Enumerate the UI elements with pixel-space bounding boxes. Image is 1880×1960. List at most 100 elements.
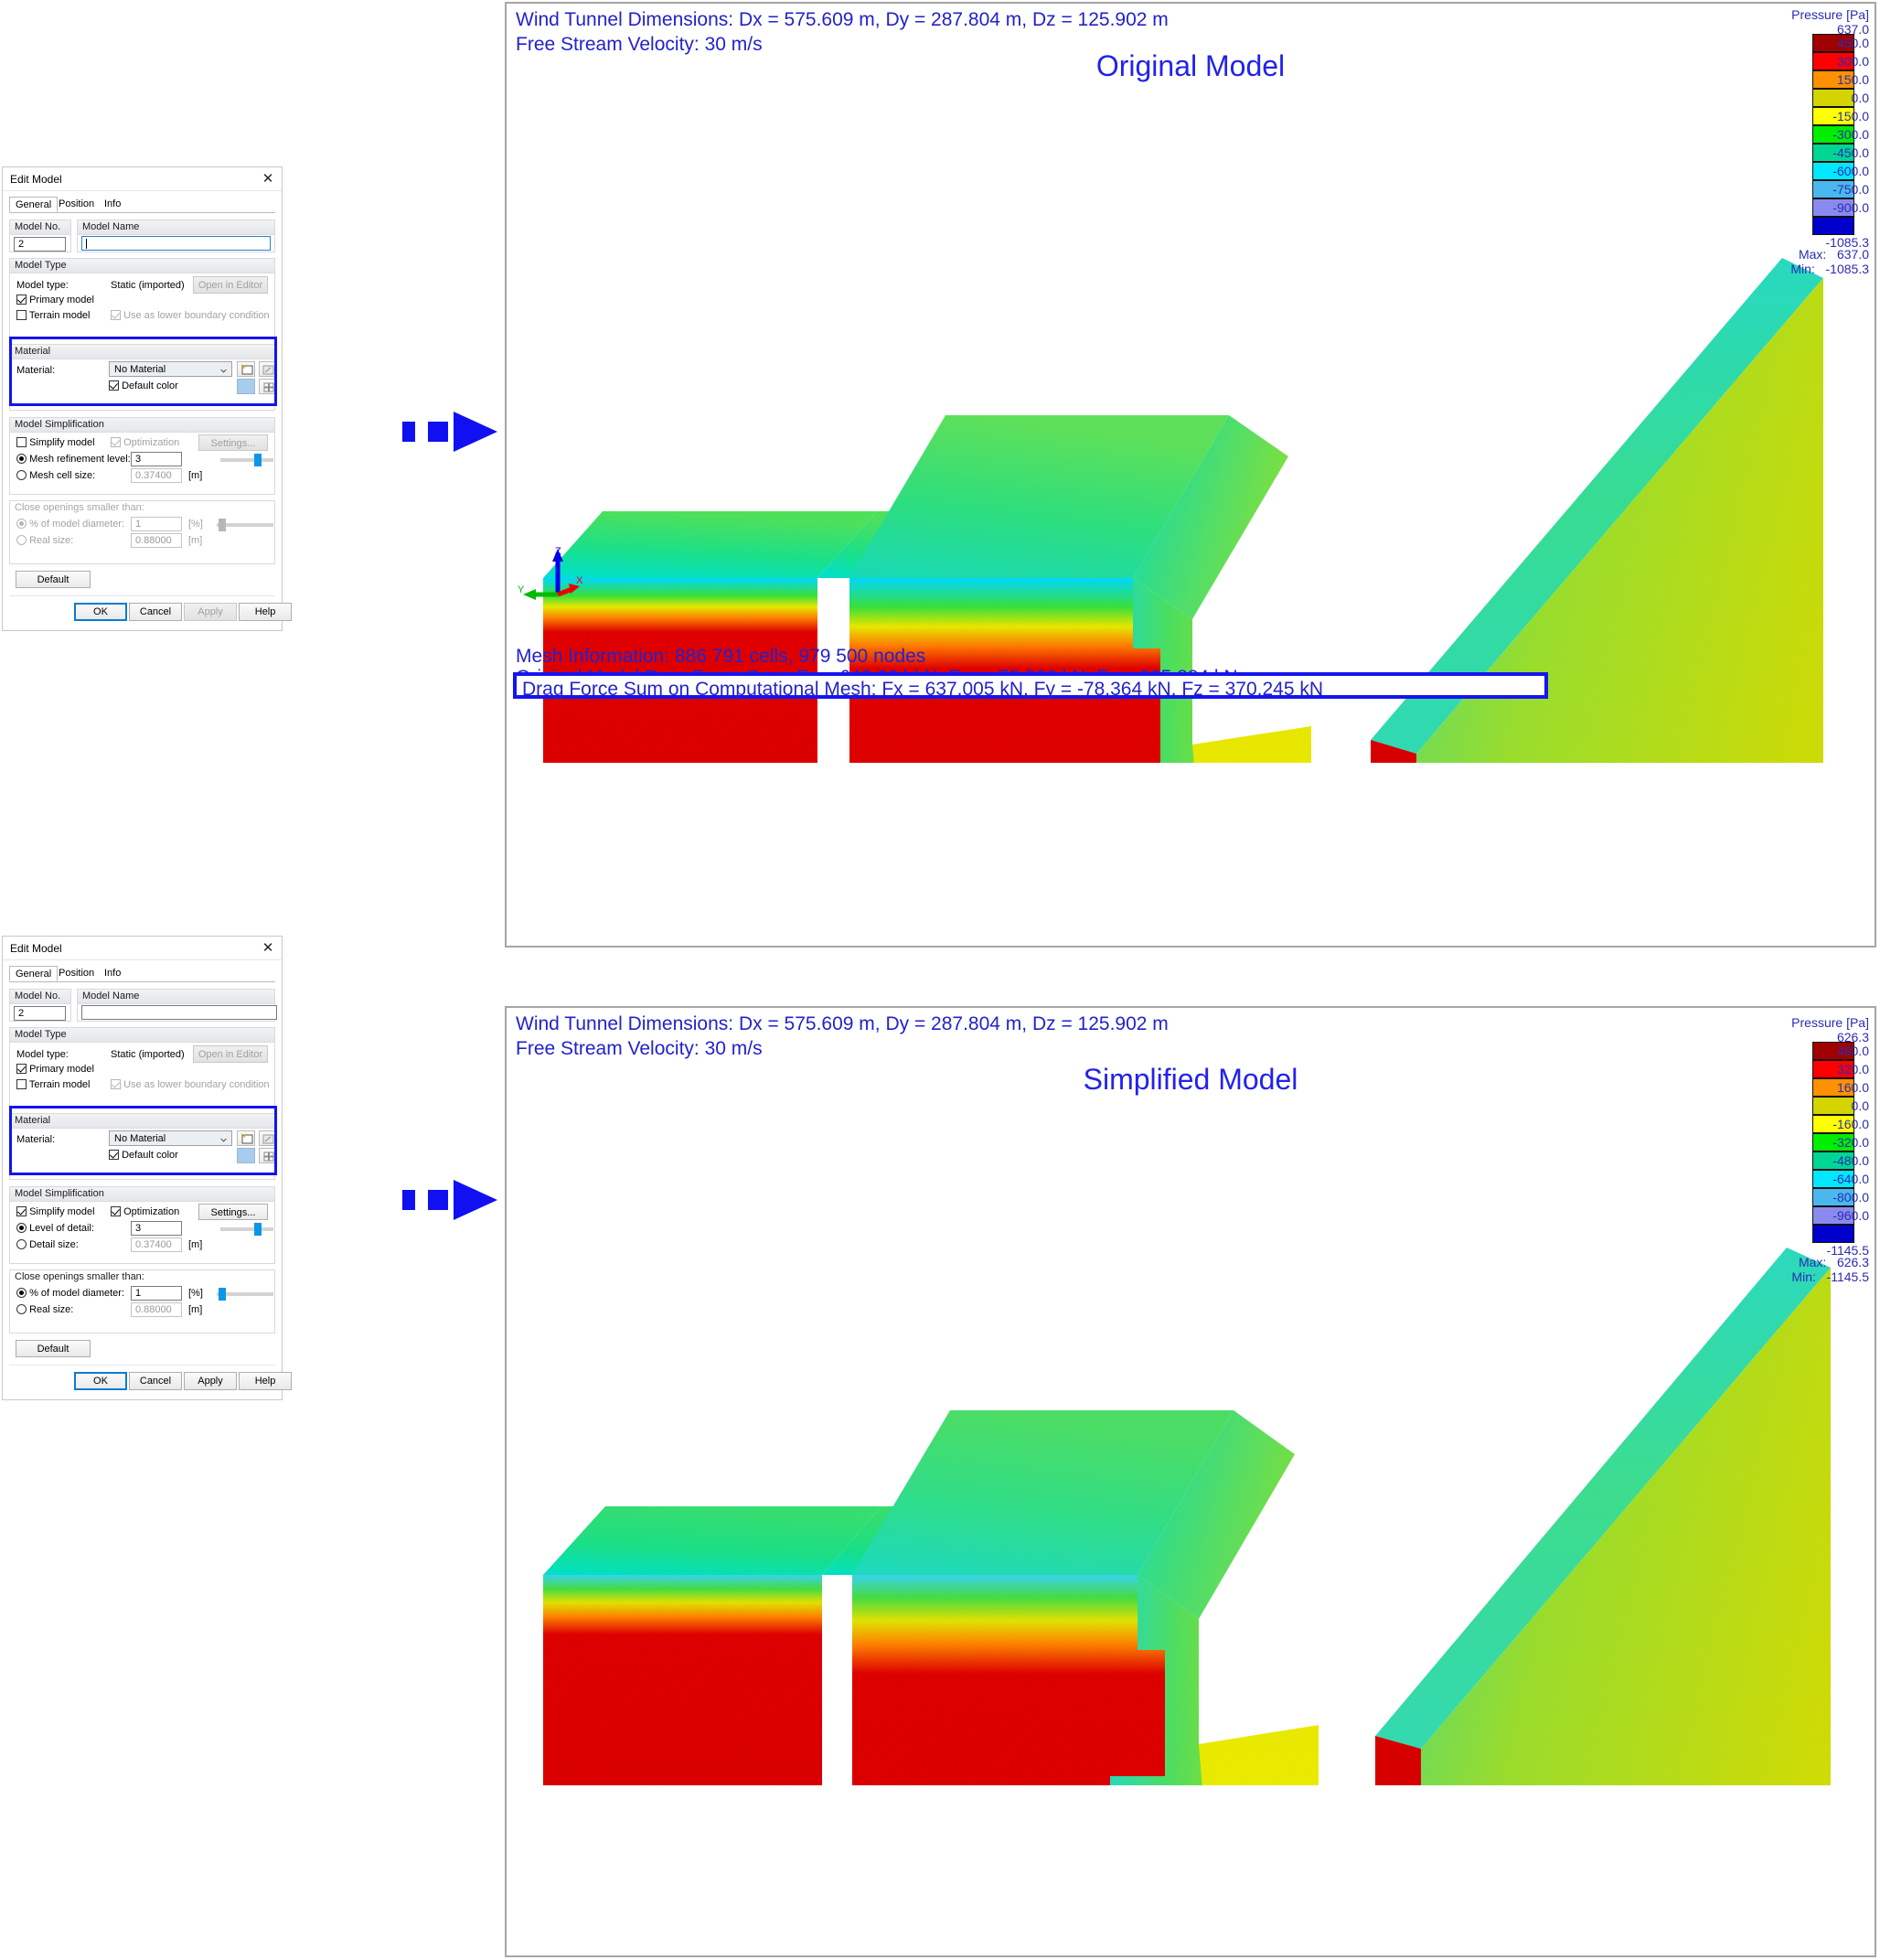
axis-triad-original: Z Y X: [516, 543, 598, 607]
help-button[interactable]: Help: [239, 1372, 292, 1390]
dialog-tabs[interactable]: General Position Info: [9, 197, 275, 213]
material-select[interactable]: No Material: [109, 1130, 232, 1146]
cancel-button[interactable]: Cancel: [129, 603, 182, 621]
arrow-original: [402, 412, 503, 452]
primary-model-checkbox[interactable]: [16, 295, 27, 305]
edit-model-dialog-simplified[interactable]: Edit Model ✕ General Position Info Model…: [2, 936, 283, 1400]
slider-thumb[interactable]: [254, 1223, 262, 1236]
model-name-input[interactable]: [81, 1005, 277, 1020]
detail-slider[interactable]: [220, 1222, 273, 1237]
cancel-button[interactable]: Cancel: [129, 1372, 182, 1390]
legend-tick-value: 0.0: [1832, 89, 1869, 107]
lower-boundary-checkbox: [111, 1079, 121, 1089]
new-material-button[interactable]: [237, 361, 255, 377]
optimization-row[interactable]: Optimization: [111, 1206, 179, 1217]
ok-button[interactable]: OK: [74, 1372, 127, 1390]
model-no-input[interactable]: [14, 1006, 66, 1021]
slider-thumb[interactable]: [254, 454, 262, 466]
slider-thumb[interactable]: [219, 1288, 226, 1301]
mesh-cell-size-radio[interactable]: [16, 470, 27, 480]
arrow-simplified: [402, 1180, 503, 1220]
edit-model-dialog-original[interactable]: Edit Model ✕ General Position Info Model…: [2, 166, 283, 631]
real-size-row: Real size:: [16, 535, 73, 546]
real-size-radio[interactable]: [16, 1304, 27, 1314]
close-icon[interactable]: ✕: [258, 170, 278, 187]
terrain-model-row[interactable]: Terrain model: [16, 1079, 91, 1090]
level-of-detail-input[interactable]: [131, 1221, 182, 1236]
level-of-detail-row[interactable]: Level of detail:: [16, 1223, 94, 1234]
detail-size-radio[interactable]: [16, 1239, 27, 1249]
terrain-model-checkbox[interactable]: [16, 310, 27, 320]
terrain-model-row[interactable]: Terrain model: [16, 310, 91, 321]
open-in-editor-button: Open in Editor: [193, 1045, 268, 1063]
optimization-checkbox: [111, 437, 121, 447]
grid-icon: [260, 380, 278, 395]
pct-model-diameter-radio[interactable]: [16, 1288, 27, 1298]
model-no-input[interactable]: [14, 237, 66, 252]
model-type-group-label: Model Type: [10, 1028, 274, 1043]
tab-general[interactable]: General: [9, 966, 58, 981]
pct-model-diameter-input[interactable]: [131, 1286, 182, 1301]
settings-button[interactable]: Settings...: [198, 1204, 268, 1220]
mesh-refinement-level-radio[interactable]: [16, 454, 27, 464]
mesh-refinement-level-input[interactable]: [131, 452, 182, 466]
free-stream-velocity-text: Free Stream Velocity: 30 m/s: [516, 1036, 1169, 1061]
real-size-row[interactable]: Real size:: [16, 1304, 73, 1315]
tab-general[interactable]: General: [9, 197, 58, 212]
ok-button[interactable]: OK: [74, 603, 127, 621]
default-color-checkbox[interactable]: [109, 1150, 119, 1160]
detail-size-unit: [m]: [188, 1239, 202, 1250]
legend-tick-value: -450.0: [1832, 144, 1869, 162]
dialog-tabs[interactable]: General Position Info: [9, 966, 275, 982]
pct-model-diameter-row[interactable]: % of model diameter:: [16, 1288, 124, 1299]
viewport-simplified-model[interactable]: Wind Tunnel Dimensions: Dx = 575.609 m, …: [505, 1006, 1876, 1957]
mesh-refinement-level-row[interactable]: Mesh refinement level:: [16, 454, 131, 465]
legend-min-value: -1085.3: [1826, 262, 1869, 276]
default-color-checkbox[interactable]: [109, 380, 119, 391]
new-material-button[interactable]: [237, 1130, 255, 1146]
simplify-model-checkbox[interactable]: [16, 1206, 27, 1216]
optimization-checkbox[interactable]: [111, 1206, 121, 1216]
material-select[interactable]: No Material: [109, 361, 232, 377]
viewport-original-model[interactable]: Wind Tunnel Dimensions: Dx = 575.609 m, …: [505, 2, 1876, 948]
close-icon[interactable]: ✕: [258, 939, 278, 957]
tab-info[interactable]: Info: [99, 966, 126, 981]
model-name-input[interactable]: [81, 236, 271, 251]
pressure-field-render-simplified[interactable]: [507, 1145, 1842, 1785]
tab-position[interactable]: Position: [53, 197, 100, 212]
refinement-slider[interactable]: [220, 453, 273, 467]
building-block-center-tall: [852, 1410, 1295, 1785]
simplify-model-row[interactable]: Simplify model: [16, 437, 95, 448]
color-swatch[interactable]: [237, 1148, 255, 1163]
default-button[interactable]: Default: [16, 1340, 91, 1357]
detail-size-row[interactable]: Detail size:: [16, 1239, 79, 1250]
mesh-cell-size-row[interactable]: Mesh cell size:: [16, 470, 95, 481]
lower-boundary-row: Use as lower boundary condition: [111, 310, 270, 321]
color-picker-button[interactable]: [259, 379, 277, 394]
legend-tick-value: -160.0: [1832, 1115, 1869, 1133]
primary-model-checkbox[interactable]: [16, 1064, 27, 1074]
model-no-label: Model No.: [10, 990, 70, 1004]
default-button[interactable]: Default: [16, 571, 91, 588]
terrain-model-checkbox[interactable]: [16, 1079, 27, 1089]
tab-info[interactable]: Info: [99, 197, 126, 212]
simplify-model-checkbox[interactable]: [16, 437, 27, 447]
openings-slider[interactable]: [217, 1287, 273, 1301]
dialog-titlebar[interactable]: Edit Model ✕: [3, 937, 282, 960]
help-button[interactable]: Help: [239, 603, 292, 621]
default-color-row[interactable]: Default color: [109, 1150, 178, 1161]
legend-max-label: Max:: [1799, 1255, 1826, 1269]
color-swatch[interactable]: [237, 379, 255, 394]
level-of-detail-radio[interactable]: [16, 1223, 27, 1233]
legend-values: 450.0300.0150.00.0-150.0-300.0-450.0-600…: [1832, 34, 1869, 217]
tab-position[interactable]: Position: [53, 966, 100, 981]
legend-tick-value: -480.0: [1832, 1151, 1869, 1170]
simplify-model-row[interactable]: Simplify model: [16, 1206, 95, 1217]
primary-model-row[interactable]: Primary model: [16, 1064, 94, 1075]
apply-button[interactable]: Apply: [184, 1372, 237, 1390]
real-size-radio: [16, 535, 27, 545]
color-picker-button[interactable]: [259, 1148, 277, 1163]
primary-model-row[interactable]: Primary model: [16, 295, 94, 305]
default-color-row[interactable]: Default color: [109, 380, 178, 391]
dialog-titlebar[interactable]: Edit Model ✕: [3, 167, 282, 191]
